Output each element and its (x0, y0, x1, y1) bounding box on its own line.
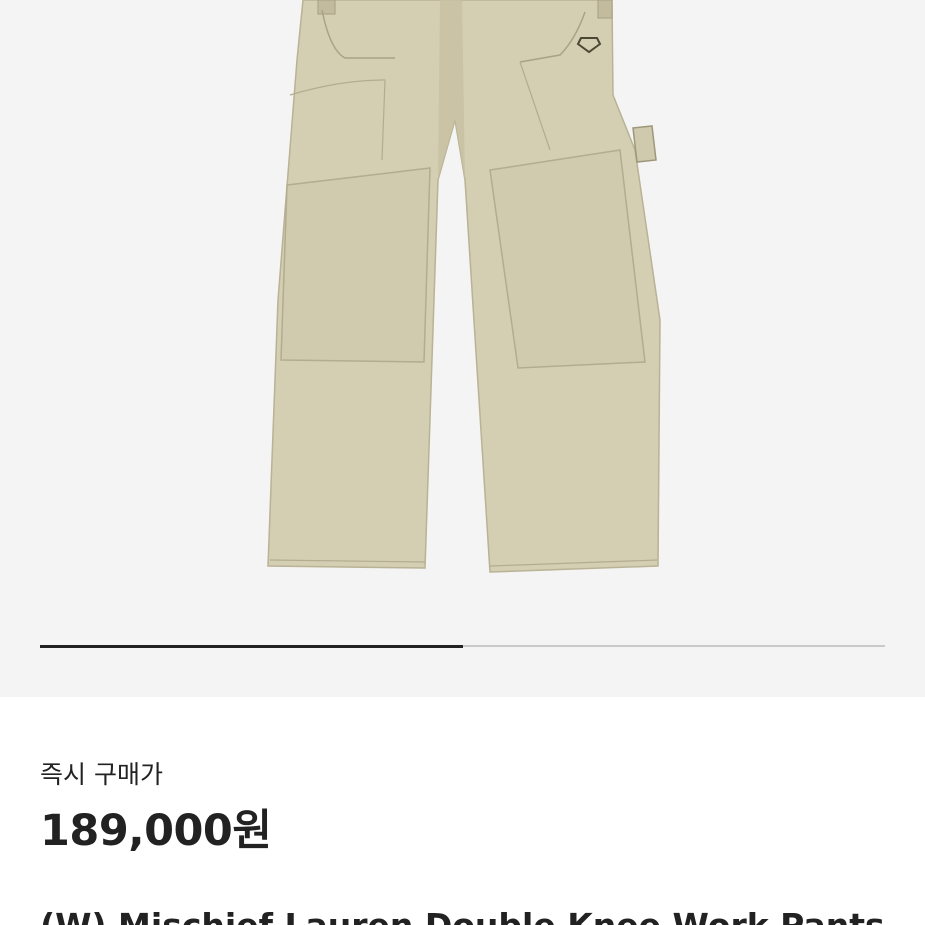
product-title: (W) Mischief Lauren Double Knee Work Pan… (40, 906, 885, 925)
instant-buy-price-label: 즉시 구매가 (40, 760, 163, 789)
pants-illustration (267, 0, 661, 573)
gallery-progress-bar (40, 644, 885, 648)
product-image-gallery[interactable] (0, 0, 925, 697)
product-detail-page: 즉시 구매가 189,000원 (W) Mischief Lauren Doub… (0, 0, 925, 925)
instant-buy-price-value: 189,000원 (40, 806, 272, 856)
gallery-progress-fill (40, 644, 463, 648)
product-image (267, 0, 661, 573)
